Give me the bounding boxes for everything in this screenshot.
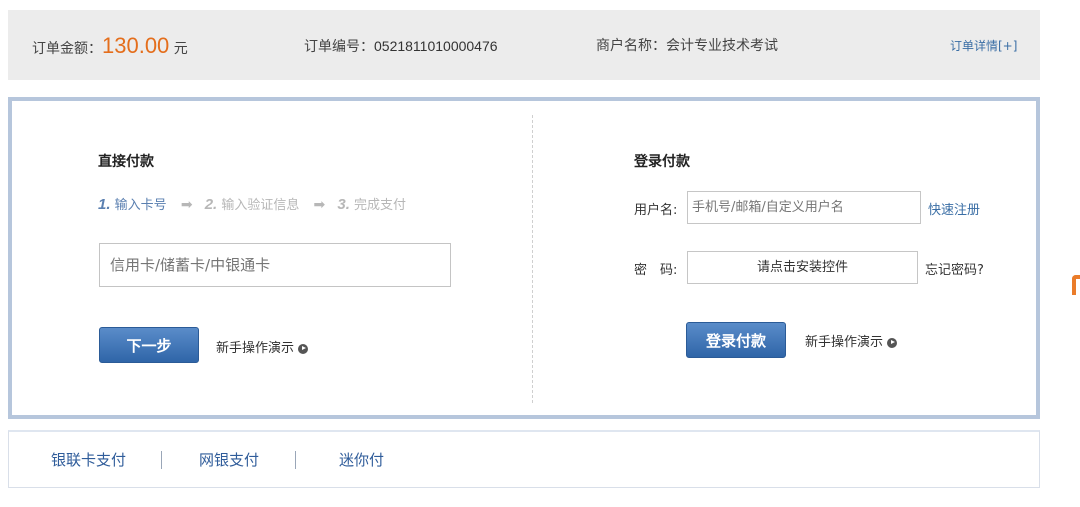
direct-pay-title: 直接付款 xyxy=(98,154,154,170)
beginner-demo-link[interactable]: 新手操作演示 xyxy=(216,337,309,356)
arrow-right-icon: ➡ xyxy=(313,197,326,213)
login-pay-title: 登录付款 xyxy=(634,154,690,170)
order-detail-link[interactable]: 订单详情[+] xyxy=(950,10,1017,80)
quick-register-link[interactable]: 快速注册 xyxy=(928,199,980,218)
merchant-name: 商户名称：会计专业技术考试 xyxy=(596,10,778,80)
password-label: 密 码: xyxy=(634,263,678,278)
username-input[interactable] xyxy=(687,191,921,224)
order-amount: 订单金额：130.00 元 xyxy=(32,10,188,80)
merchant-name-value: 会计专业技术考试 xyxy=(666,38,778,54)
order-amount-unit: 元 xyxy=(169,41,188,57)
merchant-name-label: 商户名称： xyxy=(596,38,666,54)
direct-pay-steps: 1. 输入卡号 ➡ 2. 输入验证信息 ➡ 3. 完成支付 xyxy=(98,194,406,213)
tab-unionpay-card[interactable]: 银联卡支付 xyxy=(51,432,126,488)
card-number-input[interactable] xyxy=(99,243,451,287)
tab-separator xyxy=(161,451,162,469)
order-info-bar: 订单金额：130.00 元 订单编号：0521811010000476 商户名称… xyxy=(8,10,1040,80)
tab-online-banking[interactable]: 网银支付 xyxy=(199,432,259,488)
tab-mini-pay[interactable]: 迷你付 xyxy=(339,432,384,488)
step-1: 1. 输入卡号 xyxy=(98,196,167,213)
order-number-label: 订单编号： xyxy=(304,39,374,55)
edge-decoration xyxy=(1072,275,1080,295)
payment-panel: 直接付款 1. 输入卡号 ➡ 2. 输入验证信息 ➡ 3. 完成支付 下一步 新… xyxy=(8,97,1040,419)
beginner-demo-link-login[interactable]: 新手操作演示 xyxy=(805,331,898,350)
order-amount-value: 130.00 xyxy=(102,33,170,58)
step-3: 3. 完成支付 xyxy=(337,196,407,213)
order-number-value: 0521811010000476 xyxy=(374,38,498,54)
tab-separator xyxy=(295,451,296,469)
arrow-right-icon: ➡ xyxy=(180,197,193,213)
section-divider xyxy=(532,115,533,403)
payment-method-tabs: 银联卡支付 网银支付 迷你付 xyxy=(8,430,1040,488)
login-pay-button[interactable]: 登录付款 xyxy=(686,322,786,358)
play-icon xyxy=(298,343,309,354)
order-amount-label: 订单金额： xyxy=(32,41,102,57)
password-control-box[interactable]: 请点击安装控件 xyxy=(687,251,918,284)
play-icon xyxy=(887,337,898,348)
step-2: 2. 输入验证信息 xyxy=(204,196,300,213)
next-step-button[interactable]: 下一步 xyxy=(99,327,199,363)
forgot-password-link[interactable]: 忘记密码? xyxy=(925,259,984,278)
username-label: 用户名: xyxy=(634,203,678,218)
order-number: 订单编号：0521811010000476 xyxy=(304,10,498,80)
